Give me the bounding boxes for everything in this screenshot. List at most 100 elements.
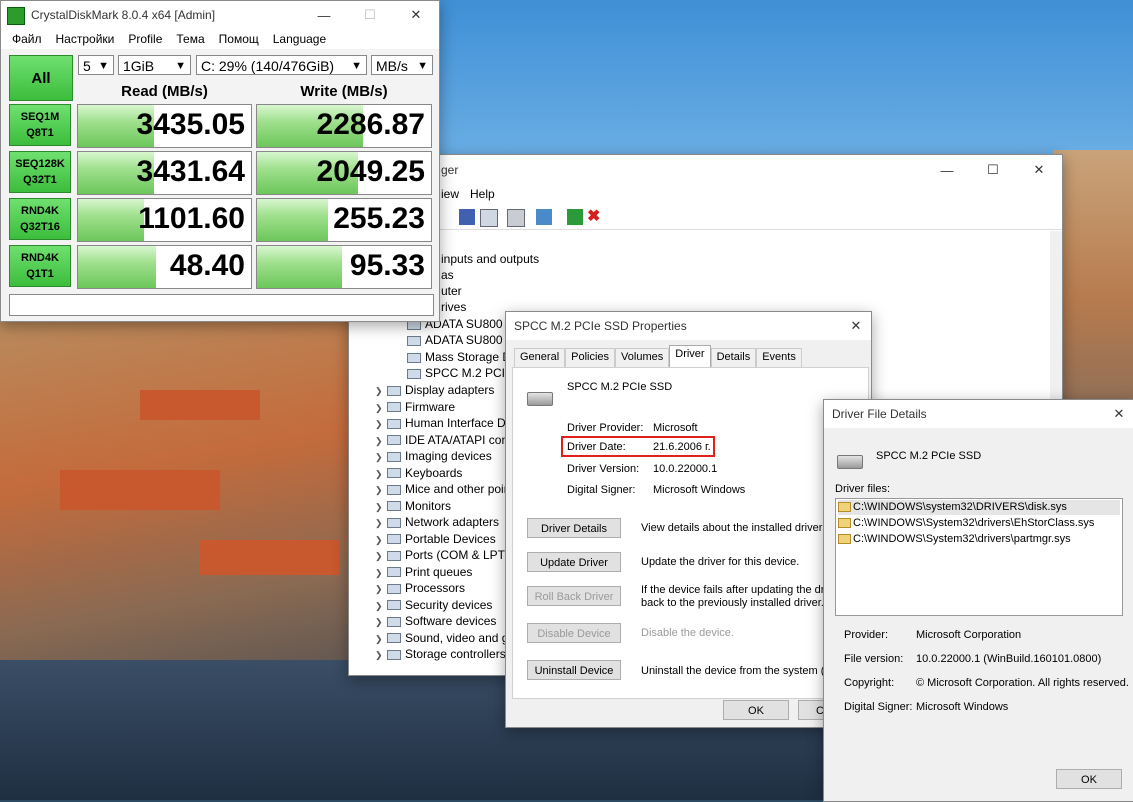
count-select[interactable]: 5 ▼ (78, 55, 114, 75)
chevron-right-icon[interactable]: ❯ (375, 383, 387, 399)
driver-details-button[interactable]: Driver Details (527, 518, 621, 538)
menu-profile[interactable]: Profile (121, 32, 169, 46)
menu-theme[interactable]: Тема (169, 32, 211, 46)
minimize-button[interactable]: — (301, 1, 347, 29)
tab-policies[interactable]: Policies (565, 348, 616, 367)
menu-view[interactable]: iew (441, 187, 459, 201)
chevron-right-icon[interactable]: ❯ (375, 598, 387, 614)
list-item[interactable]: C:\WINDOWS\System32\drivers\EhStorClass.… (838, 516, 1094, 531)
tree-item[interactable]: as (441, 267, 454, 283)
menu-settings[interactable]: Настройки (49, 32, 122, 46)
uninstall-device-button[interactable]: Uninstall Device (527, 660, 621, 680)
update-driver-button[interactable]: Update Driver (527, 552, 621, 572)
chevron-right-icon[interactable]: ❯ (375, 482, 387, 498)
tab-general[interactable]: General (514, 348, 566, 367)
scan-icon[interactable] (507, 209, 525, 227)
enable-device-icon[interactable] (567, 209, 583, 225)
dfd-titlebar[interactable]: Driver File Details ✕ (824, 400, 1133, 428)
chevron-right-icon[interactable]: ❯ (375, 614, 387, 630)
chevron-right-icon[interactable]: ❯ (375, 581, 387, 597)
size-select[interactable]: 1GiB ▼ (118, 55, 191, 75)
close-button[interactable]: ✕ (393, 1, 439, 29)
chevron-right-icon[interactable]: ❯ (375, 565, 387, 581)
tab-details[interactable]: Details (710, 348, 757, 367)
help-icon[interactable] (459, 209, 475, 225)
tree-category[interactable]: ❯ Display adapters (375, 382, 494, 398)
test-label-line1: SEQ128K (15, 158, 65, 170)
chevron-right-icon[interactable]: ❯ (375, 433, 387, 449)
list-item[interactable]: C:\WINDOWS\System32\drivers\partmgr.sys (838, 532, 1071, 547)
minimize-button[interactable]: — (924, 155, 970, 185)
tree-item[interactable]: uter (441, 283, 462, 299)
driver-files-label: Driver files: (835, 483, 891, 495)
tab-events[interactable]: Events (756, 348, 802, 367)
cdm-titlebar[interactable]: CrystalDiskMark 8.0.4 x64 [Admin] — ☐ ✕ (1, 1, 439, 29)
maximize-button[interactable]: ☐ (970, 155, 1016, 185)
tree-category[interactable]: ❯ Print queues (375, 564, 472, 580)
chevron-right-icon[interactable]: ❯ (375, 400, 387, 416)
tree-category[interactable]: ❯ Ports (COM & LPT) (375, 547, 509, 563)
menu-help[interactable]: Help (470, 187, 495, 201)
tree-item[interactable]: rives (441, 299, 466, 315)
maximize-button[interactable]: ☐ (347, 1, 393, 29)
tree-category[interactable]: ❯ Storage controllers (375, 646, 506, 662)
monitor-icon[interactable] (536, 209, 552, 225)
chevron-right-icon[interactable]: ❯ (375, 532, 387, 548)
read-result-value: 3435.05 (136, 108, 245, 141)
test-label-button[interactable]: SEQ128K Q32T1 (9, 151, 71, 193)
tree-category[interactable]: ❯ Processors (375, 580, 465, 596)
tab-volumes[interactable]: Volumes (615, 348, 670, 367)
tab-driver[interactable]: Driver (669, 345, 711, 367)
chevron-right-icon[interactable]: ❯ (375, 499, 387, 515)
tree-category[interactable]: ❯ Keyboards (375, 465, 462, 481)
menu-language[interactable]: Language (266, 32, 333, 46)
drive-select[interactable]: C: 29% (140/476GiB) ▼ (196, 55, 367, 75)
list-item[interactable]: C:\WINDOWS\system32\DRIVERS\disk.sys (838, 500, 1120, 515)
chevron-right-icon[interactable]: ❯ (375, 548, 387, 564)
tree-category[interactable]: ❯ Imaging devices (375, 448, 492, 464)
unit-select[interactable]: MB/s ▼ (371, 55, 433, 75)
close-button[interactable]: ✕ (1104, 400, 1133, 428)
tree-category[interactable]: ❯ Network adapters (375, 514, 499, 530)
tree-category[interactable]: ❯ Mice and other poin (375, 481, 510, 497)
chevron-right-icon[interactable]: ❯ (375, 449, 387, 465)
chevron-right-icon[interactable]: ❯ (375, 647, 387, 663)
crystaldiskmark-window[interactable]: CrystalDiskMark 8.0.4 x64 [Admin] — ☐ ✕ … (0, 0, 440, 322)
ok-button[interactable]: OK (1056, 769, 1122, 789)
comment-field[interactable] (9, 294, 434, 316)
roll-back-driver-button[interactable]: Roll Back Driver (527, 586, 621, 606)
disable-device-button[interactable]: Disable Device (527, 623, 621, 643)
device-manager-titlebar[interactable]: ger — ☐ ✕ (349, 155, 1062, 185)
tree-category[interactable]: ❯ IDE ATA/ATAPI contr (375, 432, 515, 448)
device-properties-dialog[interactable]: SPCC M.2 PCIe SSD Properties ✕ General P… (505, 311, 872, 728)
driver-files-list[interactable]: C:\WINDOWS\system32\DRIVERS\disk.sys C:\… (835, 498, 1123, 616)
ok-button[interactable]: OK (723, 700, 789, 720)
tree-category[interactable]: ❯ Human Interface De (375, 415, 512, 431)
chevron-right-icon[interactable]: ❯ (375, 466, 387, 482)
tree-category[interactable]: ❯ Portable Devices (375, 531, 496, 547)
tree-category[interactable]: ❯ Firmware (375, 399, 455, 415)
tree-category[interactable]: ❯ Monitors (375, 498, 451, 514)
test-label-button[interactable]: RND4K Q1T1 (9, 245, 71, 287)
run-all-button[interactable]: All (9, 55, 73, 101)
menu-file[interactable]: Файл (5, 32, 49, 46)
chevron-right-icon[interactable]: ❯ (375, 416, 387, 432)
tree-item-disk[interactable]: ADATA SU800 (407, 332, 503, 348)
test-label-button[interactable]: RND4K Q32T16 (9, 198, 71, 240)
tree-item[interactable]: inputs and outputs (441, 251, 539, 267)
close-button[interactable]: ✕ (1016, 155, 1062, 185)
properties-icon[interactable] (480, 209, 498, 227)
tree-item-disk[interactable]: Mass Storage De (407, 349, 518, 365)
test-label-button[interactable]: SEQ1M Q8T1 (9, 104, 71, 146)
tree-category[interactable]: ❯ Sound, video and ga (375, 630, 515, 646)
menu-help[interactable]: Помощ (212, 32, 266, 46)
tree-category[interactable]: ❯ Security devices (375, 597, 492, 613)
uninstall-x-icon[interactable]: ✖ (587, 209, 603, 225)
chevron-right-icon[interactable]: ❯ (375, 515, 387, 531)
chevron-right-icon[interactable]: ❯ (375, 631, 387, 647)
close-button[interactable]: ✕ (841, 312, 871, 340)
driver-file-details-dialog[interactable]: Driver File Details ✕ SPCC M.2 PCIe SSD … (823, 399, 1133, 802)
device-category-icon (387, 435, 401, 446)
tree-category[interactable]: ❯ Software devices (375, 613, 496, 629)
props-titlebar[interactable]: SPCC M.2 PCIe SSD Properties ✕ (506, 312, 871, 340)
